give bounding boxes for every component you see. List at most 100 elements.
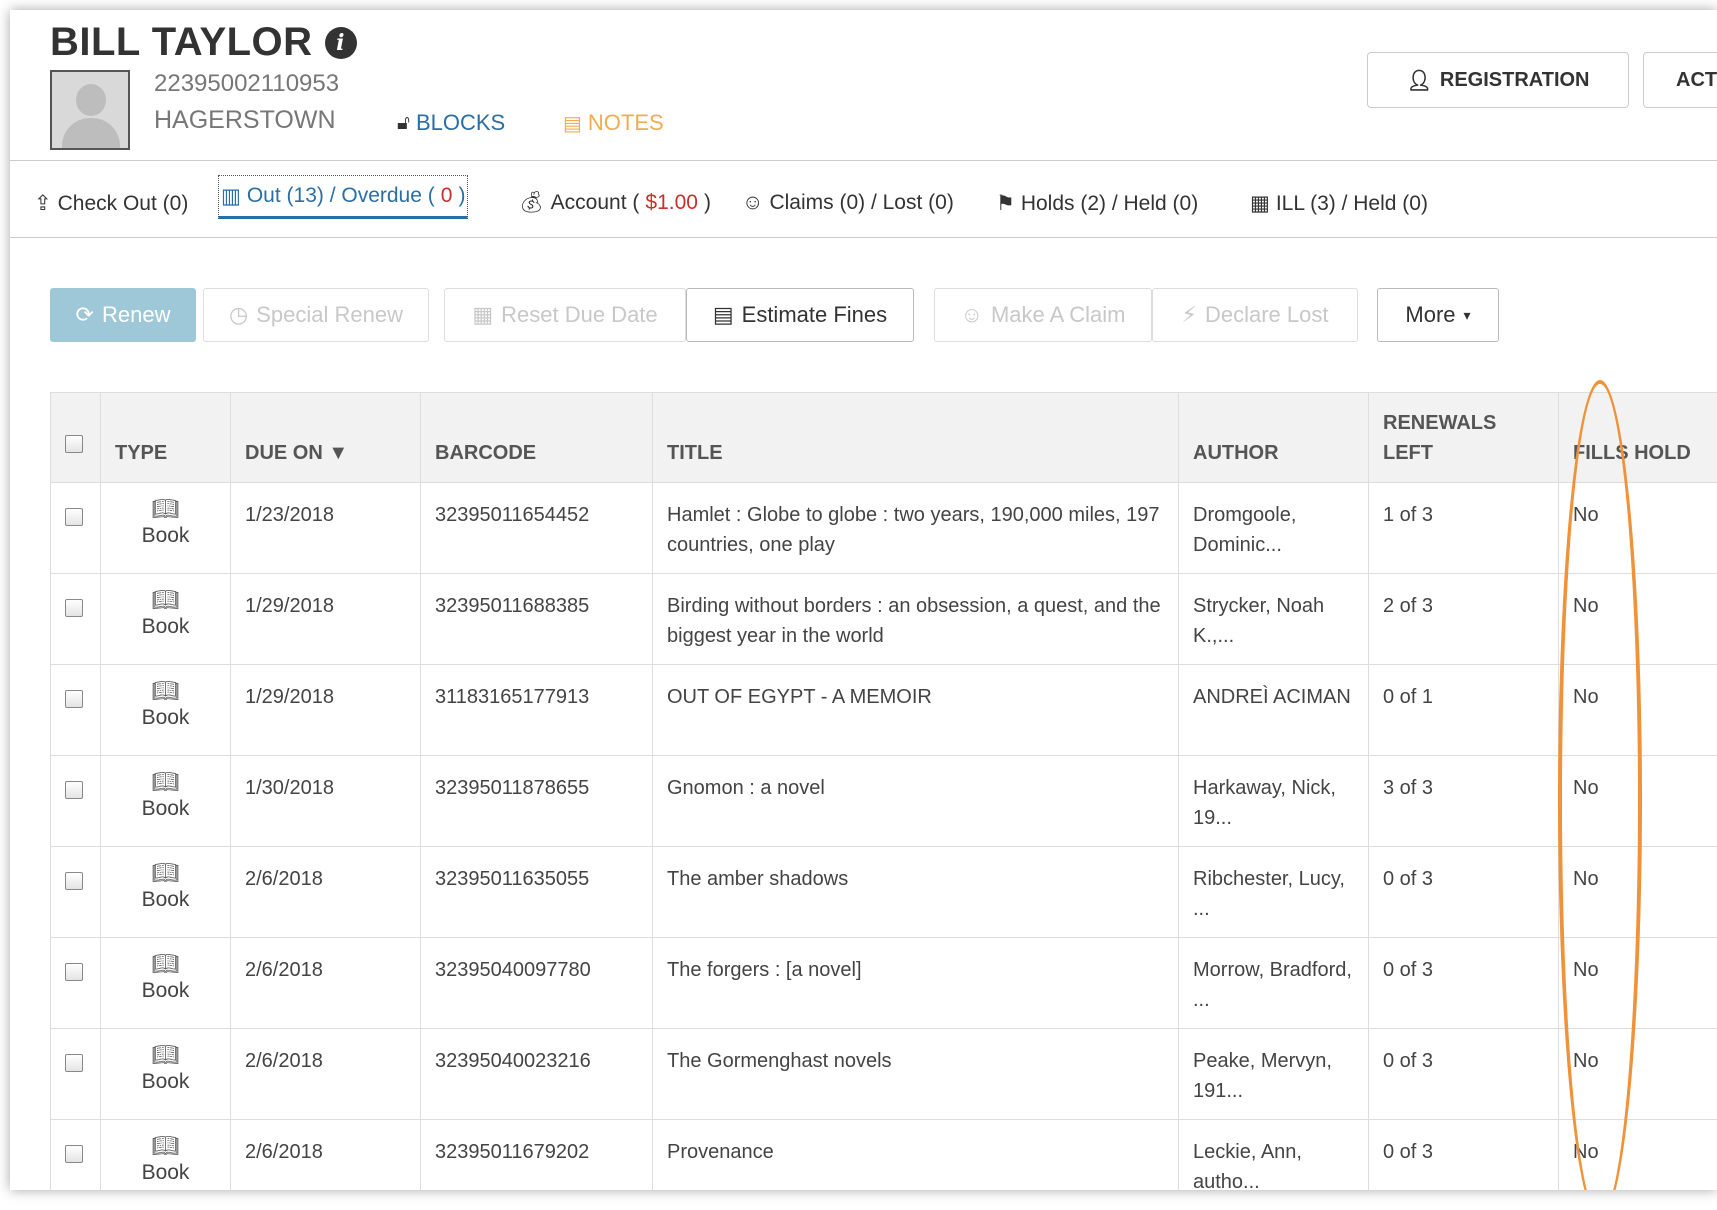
refresh-icon: ⟳ [75, 302, 94, 327]
fills-hold-cell: No [1558, 482, 1717, 574]
row-checkbox[interactable] [65, 1054, 83, 1072]
row-select-cell [50, 755, 101, 847]
table-row[interactable]: 📖︎ Book 2/6/2018 32395011679202 Provenan… [50, 1119, 1717, 1190]
renew-button[interactable]: ⟳ Renew [50, 288, 196, 342]
row-checkbox[interactable] [65, 1145, 83, 1163]
reset-due-date-button[interactable]: ▦ Reset Due Date [444, 288, 686, 342]
fills-hold-cell: No [1558, 937, 1717, 1029]
building-icon: ▦ [1250, 192, 1270, 215]
column-header-renewals-left[interactable]: RENEWALS LEFT [1368, 392, 1559, 483]
table-row[interactable]: 📖︎ Book 1/29/2018 32395011688385 Birding… [50, 573, 1717, 665]
make-claim-button[interactable]: ☺ Make A Claim [934, 288, 1152, 342]
type-label: Book [141, 797, 190, 820]
select-all-cell [50, 392, 101, 483]
tab-claims-lost[interactable]: ☺ Claims (0) / Lost (0) [742, 191, 954, 215]
fills-hold-cell: No [1558, 573, 1717, 665]
column-header-barcode[interactable]: BARCODE [420, 392, 653, 483]
type-label: Book [141, 1161, 190, 1184]
patron-header: BILL TAYLOR i 22395002110953 HAGERSTOWN … [10, 10, 1717, 160]
tab-out-overdue[interactable]: ▥ Out (13) / Overdue (0) [218, 175, 469, 219]
declare-lost-button[interactable]: ⚡︎ Declare Lost [1152, 288, 1358, 342]
row-checkbox[interactable] [65, 599, 83, 617]
registration-button[interactable]: 👤︎ REGISTRATION [1367, 52, 1629, 108]
table-row[interactable]: 📖︎ Book 1/30/2018 32395011878655 Gnomon … [50, 755, 1717, 847]
tab-account[interactable]: 💰︎ Account ($1.00) [518, 191, 711, 215]
blocks-link[interactable]: 🔓︎ BLOCKS [397, 110, 505, 136]
renewals-cell: 0 of 3 [1368, 1119, 1559, 1190]
avatar [50, 70, 130, 150]
title-cell: Gnomon : a novel [652, 755, 1179, 847]
smile-icon: ☺ [742, 191, 764, 214]
notes-link[interactable]: ▤ NOTES [563, 110, 664, 136]
row-checkbox[interactable] [65, 781, 83, 799]
upload-icon: ⇪ [34, 192, 52, 215]
type-label: Book [141, 706, 190, 729]
make-claim-label: Make A Claim [990, 302, 1126, 327]
clock-icon: ◷ [229, 302, 249, 327]
table-row[interactable]: 📖︎ Book 1/29/2018 31183165177913 OUT OF … [50, 664, 1717, 756]
flag-icon: ⚑ [996, 192, 1015, 215]
title-cell: The Gormenghast novels [652, 1028, 1179, 1120]
document-icon: ▤ [563, 112, 582, 135]
tab-ill[interactable]: ▦ ILL (3) / Held (0) [1250, 191, 1428, 216]
book-icon: 📖︎ [151, 587, 180, 612]
renewals-cell: 0 of 3 [1368, 937, 1559, 1029]
column-header-due-on[interactable]: DUE ON ▼ [230, 392, 421, 483]
blocks-label: BLOCKS [415, 110, 506, 135]
author-cell: Ribchester, Lucy, ... [1178, 846, 1369, 938]
tab-holds[interactable]: ⚑ Holds (2) / Held (0) [996, 191, 1198, 216]
column-header-author[interactable]: AUTHOR [1178, 392, 1369, 483]
tab-out-overdue-count: 0 [440, 184, 453, 207]
table-row[interactable]: 📖︎ Book 2/6/2018 32395040023216 The Gorm… [50, 1028, 1717, 1120]
tab-check-out[interactable]: ⇪ Check Out (0) [34, 191, 188, 216]
table-header-row: TYPE DUE ON ▼ BARCODE TITLE AUTHOR RENEW… [50, 392, 1717, 483]
tab-claims-label: Claims (0) / Lost (0) [769, 191, 954, 214]
estimate-fines-label: Estimate Fines [741, 302, 888, 327]
type-cell: 📖︎ Book [100, 1119, 231, 1190]
type-label: Book [141, 979, 190, 1002]
registration-label: REGISTRATION [1439, 68, 1590, 91]
due-date-cell: 1/23/2018 [230, 482, 421, 574]
actions-button[interactable]: ACT [1643, 52, 1717, 108]
title-cell: Hamlet : Globe to globe : two years, 190… [652, 482, 1179, 574]
type-cell: 📖︎ Book [100, 937, 231, 1029]
table-row[interactable]: 📖︎ Book 2/6/2018 32395011635055 The ambe… [50, 846, 1717, 938]
row-select-cell [50, 482, 101, 574]
author-cell: ANDREÌ ACIMAN [1178, 664, 1369, 756]
select-all-checkbox[interactable] [65, 435, 83, 453]
row-checkbox[interactable] [65, 690, 83, 708]
more-dropdown-button[interactable]: More ▾ [1377, 288, 1499, 342]
renewals-cell: 2 of 3 [1368, 573, 1559, 665]
type-label: Book [141, 524, 190, 547]
book-icon: 📖︎ [151, 769, 180, 794]
column-header-type[interactable]: TYPE [100, 392, 231, 483]
type-cell: 📖︎ Book [100, 755, 231, 847]
calendar-icon: ▦ [472, 302, 494, 327]
row-select-cell [50, 846, 101, 938]
title-cell: Birding without borders : an obsession, … [652, 573, 1179, 665]
due-date-cell: 2/6/2018 [230, 846, 421, 938]
barcode-cell: 32395040097780 [420, 937, 653, 1029]
barcode-cell: 32395040023216 [420, 1028, 653, 1120]
table-row[interactable]: 📖︎ Book 2/6/2018 32395040097780 The forg… [50, 937, 1717, 1029]
renewals-cell: 3 of 3 [1368, 755, 1559, 847]
due-date-cell: 1/30/2018 [230, 755, 421, 847]
book-icon: 📖︎ [151, 1042, 180, 1067]
estimate-fines-button[interactable]: ▤ Estimate Fines [686, 288, 914, 342]
tab-ill-label: ILL (3) / Held (0) [1275, 191, 1428, 215]
book-icon: 📖︎ [151, 678, 180, 703]
row-checkbox[interactable] [65, 872, 83, 890]
type-cell: 📖︎ Book [100, 1028, 231, 1120]
barcode-cell: 32395011878655 [420, 755, 653, 847]
row-checkbox[interactable] [65, 963, 83, 981]
renew-label: Renew [101, 302, 171, 327]
column-header-fills-hold[interactable]: FILLS HOLD [1558, 392, 1717, 483]
special-renew-label: Special Renew [256, 302, 403, 327]
patron-name-heading: BILL TAYLOR i [50, 20, 357, 65]
table-row[interactable]: 📖︎ Book 1/23/2018 32395011654452 Hamlet … [50, 482, 1717, 574]
row-checkbox[interactable] [65, 508, 83, 526]
book-icon: 📖︎ [151, 860, 180, 885]
special-renew-button[interactable]: ◷ Special Renew [203, 288, 429, 342]
info-icon[interactable]: i [324, 26, 357, 59]
column-header-title[interactable]: TITLE [652, 392, 1179, 483]
